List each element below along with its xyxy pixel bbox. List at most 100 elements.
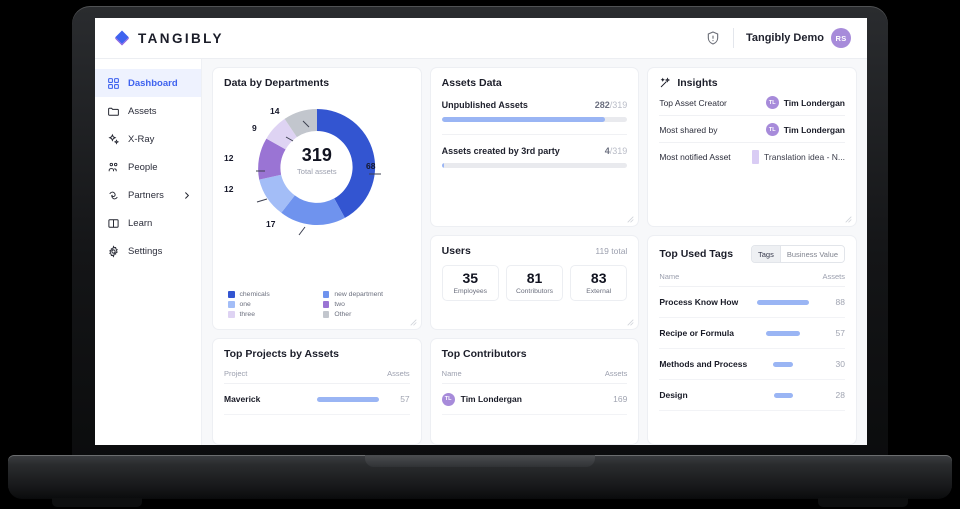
insight-key: Top Asset Creator — [659, 97, 727, 108]
row-name: Design — [659, 390, 688, 400]
users-total: 119 total — [595, 246, 628, 256]
row-bar-wrap — [747, 330, 819, 336]
magic-wand-icon — [660, 77, 671, 88]
table-row[interactable]: Process Know How 88 — [659, 287, 845, 318]
table-row[interactable]: Maverick 57 — [224, 384, 410, 415]
resize-grip-icon[interactable] — [627, 319, 634, 326]
stat-box-external[interactable]: 83 External — [570, 265, 628, 301]
row-bar-wrap — [747, 299, 819, 305]
sidebar-item-xray[interactable]: X-Ray — [95, 125, 201, 153]
column-header-assets: Assets — [822, 272, 845, 281]
app-header: TANGIBLY Tangibly Demo RS — [95, 18, 867, 59]
progress-label: Assets created by 3rd party — [441, 146, 560, 156]
row-value: 28 — [835, 390, 845, 400]
legend-swatch — [228, 311, 235, 318]
insights-header: Insights — [659, 77, 845, 89]
resize-grip-icon[interactable] — [845, 216, 852, 223]
row-bar — [757, 299, 810, 305]
toggle-tags[interactable]: Tags — [752, 246, 780, 262]
donut-label-three: 9 — [252, 123, 257, 133]
laptop-trackpad-notch — [365, 455, 595, 467]
legend-item[interactable]: new department — [322, 291, 408, 298]
progress-fill — [441, 163, 445, 168]
legend-item[interactable]: one — [228, 301, 313, 308]
legend-label: new department — [334, 291, 384, 298]
donut-center: 319 Total assets — [297, 146, 337, 176]
table-row[interactable]: TL Tim Londergan 169 — [441, 384, 628, 415]
table-row[interactable]: Design 28 — [659, 380, 845, 411]
card-title: Users — [441, 245, 471, 257]
legend-label: three — [239, 311, 256, 318]
sidebar-item-assets[interactable]: Assets — [95, 97, 201, 125]
insight-row-top-asset-creator: Top Asset Creator TL Tim Londergan — [659, 89, 845, 116]
stat-box-employees[interactable]: 35 Employees — [441, 265, 499, 301]
laptop-foot-left — [52, 498, 142, 507]
legend-swatch — [322, 311, 330, 318]
card-title: Top Used Tags — [659, 248, 734, 260]
column-header-name: Name — [441, 369, 462, 378]
header-divider — [732, 28, 734, 48]
card-top-projects-by-assets: Top Projects by Assets Project Assets Ma… — [212, 338, 422, 445]
laptop-screen: TANGIBLY Tangibly Demo RS Dashboard Asse… — [95, 18, 867, 445]
sidebar-item-dashboard[interactable]: Dashboard — [95, 69, 201, 97]
resize-grip-icon[interactable] — [410, 319, 417, 326]
legend-item[interactable]: Other — [322, 311, 408, 318]
row-name: Recipe or Formula — [659, 328, 734, 338]
legend-item[interactable]: chemicals — [228, 291, 313, 298]
screenshot-stage: TANGIBLY Tangibly Demo RS Dashboard Asse… — [0, 0, 960, 509]
legend-label: two — [334, 301, 345, 308]
sidebar-item-settings[interactable]: Settings — [95, 237, 201, 265]
username-label: Tangibly Demo — [745, 32, 824, 44]
document-icon — [752, 150, 760, 164]
brand[interactable]: TANGIBLY — [113, 29, 224, 47]
legend-item[interactable]: three — [228, 311, 313, 318]
progress-track — [441, 117, 628, 122]
sidebar-item-learn[interactable]: Learn — [95, 209, 201, 237]
column-header-assets: Assets — [387, 369, 410, 378]
users-header: Users 119 total — [442, 245, 628, 257]
folder-icon — [108, 107, 119, 116]
chevron-right-icon[interactable] — [182, 191, 191, 200]
progress-numerator: 282 — [594, 100, 610, 110]
sidebar-item-people[interactable]: People — [95, 153, 201, 181]
row-value: 88 — [835, 297, 845, 307]
donut-total-value: 319 — [301, 145, 332, 165]
legend-swatch — [228, 291, 235, 298]
stat-label: Contributors — [515, 287, 553, 295]
table-row[interactable]: Methods and Process 30 — [659, 349, 845, 380]
progress-head: Assets created by 3rd party 4/319 — [442, 146, 628, 156]
progress-track — [441, 163, 628, 168]
legend-item[interactable]: two — [322, 301, 408, 308]
stat-box-contributors[interactable]: 81 Contributors — [505, 265, 564, 301]
avatar: TL — [765, 96, 779, 109]
progress-denominator: /319 — [609, 146, 628, 156]
insight-row-most-shared-by: Most shared by TL Tim Londergan — [659, 116, 845, 143]
row-bar-wrap — [747, 392, 819, 398]
tags-toggle-group: Tags Business Value — [751, 245, 845, 263]
insight-key: Most notified Asset — [659, 152, 731, 162]
row-value: 169 — [613, 394, 628, 404]
insight-value[interactable]: Translation idea - N... — [752, 150, 845, 164]
row-name: Maverick — [224, 394, 261, 404]
row-value: 57 — [835, 328, 845, 338]
sidebar-item-label: Dashboard — [128, 77, 178, 89]
sidebar-item-label: People — [128, 161, 158, 173]
legend-label: Other — [334, 311, 352, 318]
row-name: Tim Londergan — [460, 394, 522, 404]
stat-label: Employees — [453, 287, 488, 295]
table-row[interactable]: Recipe or Formula 57 — [659, 318, 845, 349]
user-menu[interactable]: Tangibly Demo RS — [746, 28, 851, 48]
shield-info-icon[interactable] — [705, 30, 721, 46]
sparkle-xray-icon — [108, 133, 120, 145]
progress-row-third-party: Assets created by 3rd party 4/319 — [441, 146, 628, 168]
toggle-business-value[interactable]: Business Value — [779, 246, 844, 262]
avatar[interactable]: RS — [831, 28, 851, 48]
legend-swatch — [228, 301, 235, 308]
legend-swatch — [322, 291, 330, 298]
insight-value[interactable]: TL Tim Londergan — [765, 96, 845, 109]
sidebar-item-partners[interactable]: Partners — [95, 181, 201, 209]
stat-number: 83 — [590, 270, 607, 286]
resize-grip-icon[interactable] — [627, 216, 634, 223]
header-right: Tangibly Demo RS — [705, 28, 851, 48]
insight-value[interactable]: TL Tim Londergan — [765, 123, 845, 136]
